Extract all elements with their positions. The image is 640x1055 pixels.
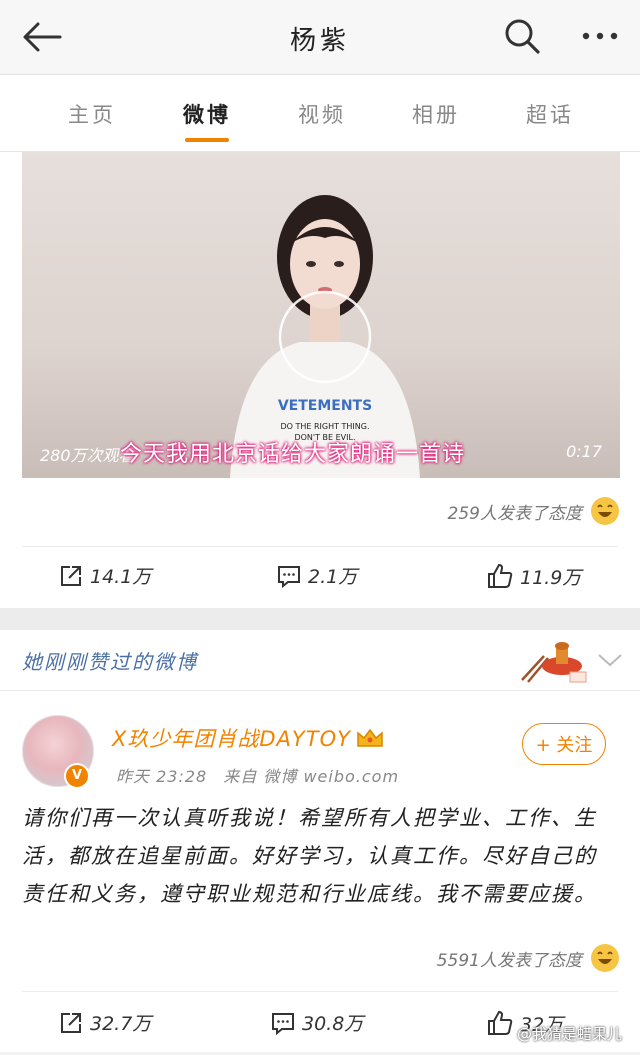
divider [22,991,618,992]
thumbs-up-icon [488,563,513,588]
video-duration: 0:17 [566,442,602,461]
shirt-brand-text: VETEMENTS [278,398,372,414]
reaction-count: 5591人发表了态度 [436,950,582,971]
crown-icon [357,728,383,747]
comment-count: 2.1万 [308,566,358,588]
thumbs-up-icon [488,1010,513,1035]
username[interactable]: X玖少年团肖战DAYTOY [112,723,351,753]
share-button[interactable]: 32.7万 [58,1009,151,1036]
video-player[interactable]: VETEMENTS DO THE RIGHT THING. DON'T BE E… [22,152,620,478]
share-icon [61,565,81,586]
more-icon[interactable] [578,22,622,50]
video-caption: 今天我用北京话给大家朗诵一首诗 [120,442,466,467]
follow-button[interactable]: + 关注 [522,723,606,765]
video-thumbnail-person: VETEMENTS DO THE RIGHT THING. DON'T BE E… [230,195,420,478]
tab-weibo[interactable]: 微博 [167,99,247,129]
share-count: 14.1万 [90,566,152,588]
like-count: 11.9万 [520,566,582,589]
post-text: 请你们再一次认真听我说！希望所有人把学业、工作、生活，都放在追星前面。好好学习，… [22,806,597,906]
liked-section-header: 她刚刚赞过的微博 [0,630,640,691]
share-button[interactable]: 14.1万 [58,562,151,589]
active-tab-indicator [185,138,229,142]
search-icon[interactable] [502,16,542,56]
liked-section-title: 她刚刚赞过的微博 [22,650,198,674]
section-gap [0,608,640,630]
post-source: 来自 微博 weibo.com [223,767,400,786]
comment-count: 30.8万 [302,1013,364,1035]
share-count: 32.7万 [90,1013,152,1035]
share-icon [61,1012,81,1033]
post-time: 昨天 23:28 [116,767,208,786]
top-bar: 杨紫 [0,0,640,75]
laughing-emoji-icon [591,497,619,525]
tab-home[interactable]: 主页 [52,99,132,129]
reaction-summary[interactable]: 5591人发表了态度 [437,943,620,973]
reaction-count: 259人发表了态度 [447,503,582,524]
profile-tabs: 主页 微博 视频 相册 超话 [0,75,640,152]
hotpot-sticker-icon [521,642,587,683]
shirt-line1-text: DO THE RIGHT THING. [280,422,369,431]
reaction-summary[interactable]: 259人发表了态度 [448,496,620,526]
verified-badge-icon: V [64,763,90,789]
chevron-down-icon[interactable] [596,650,624,670]
watermark: @我猜是蜡果儿 [516,1025,622,1043]
username-row[interactable]: X玖少年团肖战DAYTOY [112,723,385,753]
post-actions: 14.1万 2.1万 11.9万 [0,548,640,608]
tab-video[interactable]: 视频 [282,99,362,129]
post-meta: 昨天 23:28 来自 微博 weibo.com [116,763,399,787]
like-button[interactable]: 11.9万 [486,562,581,590]
comment-icon [272,1012,294,1035]
page-title: 杨紫 [289,26,350,56]
post-card: VETEMENTS DO THE RIGHT THING. DON'T BE E… [0,152,640,608]
comment-button[interactable]: 2.1万 [276,562,357,589]
comment-icon [278,565,300,588]
divider [22,546,618,547]
laughing-emoji-icon [591,944,619,972]
liked-post-card: V X玖少年团肖战DAYTOY 昨天 23:28 来自 微博 weibo.com… [0,691,640,1052]
tab-album[interactable]: 相册 [396,99,476,129]
comment-button[interactable]: 30.8万 [270,1009,363,1036]
tab-supertopic[interactable]: 超话 [510,99,590,129]
